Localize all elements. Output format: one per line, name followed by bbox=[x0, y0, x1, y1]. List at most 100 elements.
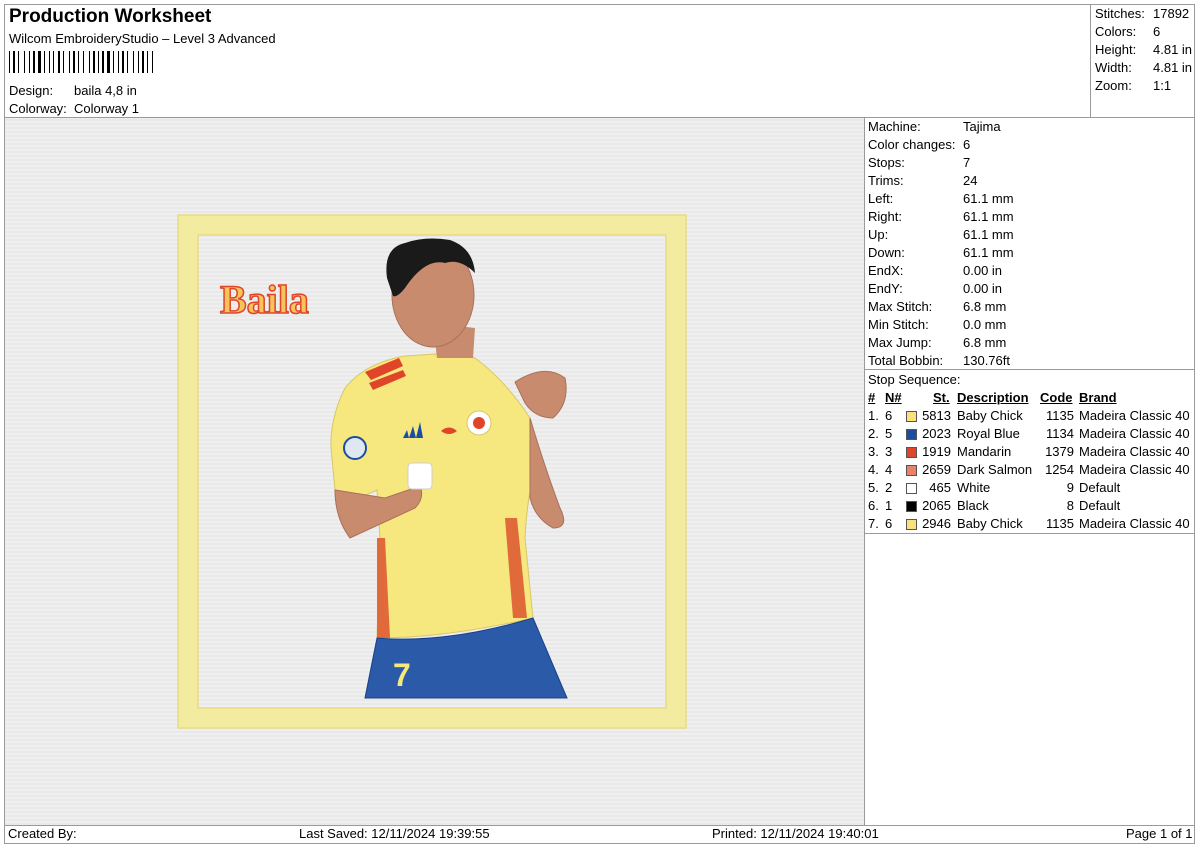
created-by: Created By: bbox=[8, 826, 77, 841]
row-brand: Default bbox=[1079, 498, 1121, 513]
colorway-label: Colorway: bbox=[9, 101, 67, 116]
barcode-bar bbox=[102, 51, 104, 73]
right-label: Right: bbox=[868, 209, 902, 224]
right-value: 61.1 mm bbox=[963, 209, 1014, 224]
row-brand: Madeira Classic 40 bbox=[1079, 444, 1190, 459]
row-stitches: 5813 bbox=[922, 408, 951, 423]
design-value: baila 4,8 in bbox=[74, 83, 137, 98]
row-description: Black bbox=[957, 498, 989, 513]
total-bobbin-label: Total Bobbin: bbox=[868, 353, 944, 368]
machine-label: Machine: bbox=[868, 119, 921, 134]
row-code: 9 bbox=[1066, 480, 1074, 495]
design-label: Design: bbox=[9, 83, 54, 98]
width-value: 4.81 in bbox=[1153, 60, 1193, 75]
down-label: Down: bbox=[868, 245, 905, 260]
max-jump-label: Max Jump: bbox=[868, 335, 932, 350]
down-value: 61.1 mm bbox=[963, 245, 1014, 260]
colorway-value: Colorway 1 bbox=[74, 101, 140, 116]
row-needle: 6 bbox=[885, 408, 893, 423]
zoom-value: 1:1 bbox=[1153, 78, 1172, 93]
barcode-bar bbox=[107, 51, 110, 73]
info-divider bbox=[864, 369, 1195, 370]
col-n-header: N# bbox=[885, 390, 902, 405]
trims-label: Trims: bbox=[868, 173, 904, 188]
max-stitch-label: Max Stitch: bbox=[868, 299, 933, 314]
colors-value: 6 bbox=[1153, 24, 1161, 39]
row-brand: Madeira Classic 40 bbox=[1079, 408, 1190, 423]
stitches-value: 17892 bbox=[1153, 6, 1190, 21]
endy-label: EndY: bbox=[868, 281, 903, 296]
col-code-header: Code bbox=[1040, 390, 1073, 405]
endx-value: 0.00 in bbox=[963, 263, 1003, 278]
row-description: Mandarin bbox=[957, 444, 1012, 459]
row-num: 5. bbox=[868, 480, 879, 495]
barcode-bar bbox=[93, 51, 95, 73]
row-stitches: 2659 bbox=[922, 462, 951, 477]
row-code: 1135 bbox=[1046, 408, 1074, 423]
barcode-bar bbox=[18, 51, 19, 73]
row-brand: Madeira Classic 40 bbox=[1079, 516, 1190, 531]
stop-sequence-title: Stop Sequence: bbox=[868, 372, 961, 387]
col-brand-header: Brand bbox=[1079, 390, 1117, 405]
page-number: Page 1 of 1 bbox=[1126, 826, 1193, 841]
barcode-bar bbox=[122, 51, 124, 73]
row-code: 1379 bbox=[1045, 444, 1074, 459]
row-brand: Default bbox=[1079, 480, 1121, 495]
barcode-bar bbox=[118, 51, 119, 73]
sequence-divider bbox=[864, 533, 1195, 534]
row-needle: 5 bbox=[885, 426, 893, 441]
barcode-bar bbox=[89, 51, 90, 73]
row-code: 1134 bbox=[1046, 426, 1074, 441]
height-label: Height: bbox=[1095, 42, 1137, 57]
last-saved: Last Saved: 12/11/2024 19:39:55 bbox=[299, 826, 490, 841]
row-stitches: 465 bbox=[929, 480, 951, 495]
stitches-label: Stitches: bbox=[1095, 6, 1145, 21]
barcode-bar bbox=[53, 51, 54, 73]
row-stitches: 1919 bbox=[922, 444, 951, 459]
stops-label: Stops: bbox=[868, 155, 905, 170]
row-code: 1135 bbox=[1046, 516, 1074, 531]
barcode-bar bbox=[69, 51, 70, 73]
min-stitch-label: Min Stitch: bbox=[868, 317, 929, 332]
col-st-header: St. bbox=[933, 390, 950, 405]
total-bobbin-value: 130.76ft bbox=[963, 353, 1010, 368]
min-stitch-value: 0.0 mm bbox=[963, 317, 1007, 332]
left-value: 61.1 mm bbox=[963, 191, 1014, 206]
row-needle: 2 bbox=[885, 480, 893, 495]
row-num: 4. bbox=[868, 462, 879, 477]
barcode-bar bbox=[29, 51, 30, 73]
barcode-bar bbox=[98, 51, 99, 73]
row-brand: Madeira Classic 40 bbox=[1079, 462, 1190, 477]
design-preview: 7 Baila bbox=[5, 118, 864, 825]
row-brand: Madeira Classic 40 bbox=[1079, 426, 1190, 441]
row-needle: 1 bbox=[885, 498, 893, 513]
row-needle: 6 bbox=[885, 516, 893, 531]
barcode-bar bbox=[58, 51, 60, 73]
jersey-number: 7 bbox=[393, 657, 411, 693]
row-needle: 3 bbox=[885, 444, 893, 459]
col-num-header: # bbox=[868, 390, 876, 405]
barcode-bar bbox=[152, 51, 153, 73]
barcode-bar bbox=[44, 51, 45, 73]
max-jump-value: 6.8 mm bbox=[963, 335, 1007, 350]
trims-value: 24 bbox=[963, 173, 978, 188]
barcode-bar bbox=[133, 51, 134, 73]
row-num: 6. bbox=[868, 498, 879, 513]
endy-value: 0.00 in bbox=[963, 281, 1003, 296]
footer-divider bbox=[5, 825, 1195, 826]
printed-time: Printed: 12/11/2024 19:40:01 bbox=[712, 826, 879, 841]
row-description: Baby Chick bbox=[957, 408, 1023, 423]
barcode-bar bbox=[38, 51, 41, 73]
max-stitch-value: 6.8 mm bbox=[963, 299, 1007, 314]
barcode-bar bbox=[83, 51, 84, 73]
barcode-bar bbox=[147, 51, 148, 73]
machine-value: Tajima bbox=[963, 119, 1001, 134]
barcode-bar bbox=[73, 51, 75, 73]
barcode-bar bbox=[127, 51, 128, 73]
design-text: Baila bbox=[220, 277, 309, 322]
row-code: 8 bbox=[1066, 498, 1074, 513]
left-label: Left: bbox=[868, 191, 894, 206]
row-description: Dark Salmon bbox=[957, 462, 1033, 477]
barcode-bar bbox=[13, 51, 15, 73]
row-stitches: 2946 bbox=[922, 516, 951, 531]
